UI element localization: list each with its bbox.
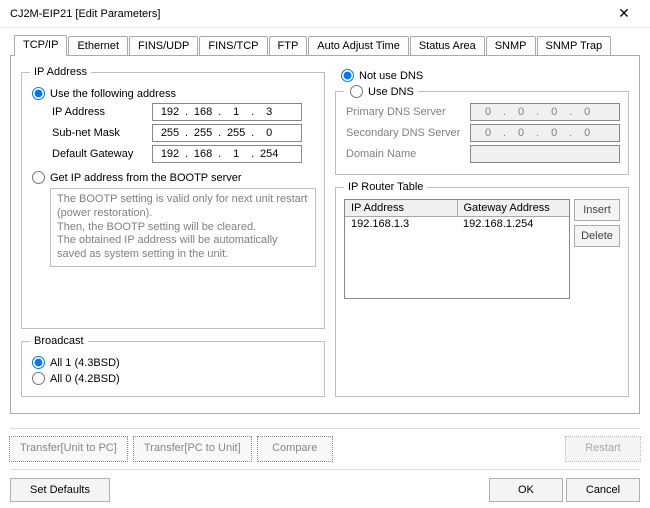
radio-use-dns-label: Use DNS (368, 86, 414, 98)
group-broadcast-legend: Broadcast (30, 335, 88, 347)
delete-button[interactable]: Delete (574, 225, 620, 247)
titlebar: CJ2M-EIP21 [Edit Parameters] ✕ (0, 0, 650, 28)
tab-finstcp[interactable]: FINS/TCP (199, 36, 267, 55)
input-subnet-mask[interactable]: 255. 255. 255. 0 (152, 124, 302, 142)
ip-octet: 0 (506, 106, 536, 118)
label-secondary-dns: Secondary DNS Server (346, 127, 470, 139)
input-primary-dns: 0. 0. 0. 0 (470, 103, 620, 121)
radio-not-use-dns[interactable] (341, 69, 354, 82)
close-button[interactable]: ✕ (604, 1, 644, 27)
input-default-gateway[interactable]: 192. 168. 1. 254 (152, 145, 302, 163)
router-cell-gateway: 192.168.1.254 (457, 217, 569, 231)
ip-octet: 0 (539, 127, 569, 139)
router-cell-ip: 192.168.1.3 (345, 217, 457, 231)
ip-octet[interactable]: 255 (155, 127, 185, 139)
router-header-ip[interactable]: IP Address (345, 200, 458, 217)
insert-button[interactable]: Insert (574, 199, 620, 221)
bootp-note: The BOOTP setting is valid only for next… (50, 188, 316, 267)
tab-snmptrap[interactable]: SNMP Trap (537, 36, 612, 55)
group-router-table: IP Router Table IP Address Gateway Addre… (335, 181, 629, 397)
router-table[interactable]: IP Address Gateway Address 192.168.1.3 1… (344, 199, 570, 299)
label-primary-dns: Primary DNS Server (346, 106, 470, 118)
radio-broadcast-all1-label: All 1 (4.3BSD) (50, 357, 120, 369)
radio-not-use-dns-label: Not use DNS (359, 70, 423, 82)
tab-ethernet[interactable]: Ethernet (68, 36, 128, 55)
ip-octet[interactable]: 192 (155, 106, 185, 118)
transfer-pc-to-unit-button[interactable]: Transfer[PC to Unit] (134, 437, 251, 461)
label-default-gateway: Default Gateway (52, 148, 152, 160)
input-secondary-dns: 0. 0. 0. 0 (470, 124, 620, 142)
tab-statusarea[interactable]: Status Area (410, 36, 485, 55)
radio-use-following[interactable] (32, 87, 45, 100)
close-icon: ✕ (618, 5, 630, 22)
ip-octet[interactable]: 254 (254, 148, 284, 160)
window-title: CJ2M-EIP21 [Edit Parameters] (10, 8, 160, 20)
restart-button[interactable]: Restart (566, 437, 640, 461)
label-ip-address: IP Address (52, 106, 152, 118)
group-dns: Use DNS Primary DNS Server 0. 0. 0. 0 (335, 85, 629, 175)
set-defaults-button[interactable]: Set Defaults (10, 478, 110, 502)
ip-octet[interactable]: 1 (221, 106, 251, 118)
ip-octet[interactable]: 255 (221, 127, 251, 139)
ip-octet: 0 (506, 127, 536, 139)
ip-octet: 0 (473, 127, 503, 139)
tab-autoadjust[interactable]: Auto Adjust Time (308, 36, 409, 55)
tab-tcpip[interactable]: TCP/IP (14, 35, 67, 56)
transfer-unit-to-pc-button[interactable]: Transfer[Unit to PC] (10, 437, 127, 461)
ok-button[interactable]: OK (489, 478, 563, 502)
compare-button[interactable]: Compare (258, 437, 332, 461)
input-ip-address[interactable]: 192. 168. 1. 3 (152, 103, 302, 121)
radio-use-following-label: Use the following address (50, 88, 176, 100)
ip-octet: 0 (539, 106, 569, 118)
radio-broadcast-all0[interactable] (32, 372, 45, 385)
label-subnet-mask: Sub-net Mask (52, 127, 152, 139)
group-ip-address: IP Address Use the following address IP … (21, 66, 325, 329)
ip-octet[interactable]: 3 (254, 106, 284, 118)
ip-octet[interactable]: 1 (221, 148, 251, 160)
group-ip-address-legend: IP Address (30, 66, 91, 78)
tabstrip: TCP/IP Ethernet FINS/UDP FINS/TCP FTP Au… (10, 32, 640, 56)
ip-octet[interactable]: 192 (155, 148, 185, 160)
input-domain-name (470, 145, 620, 163)
radio-broadcast-all1[interactable] (32, 356, 45, 369)
ip-octet[interactable]: 168 (188, 148, 218, 160)
cancel-button[interactable]: Cancel (566, 478, 640, 502)
ip-octet[interactable]: 255 (188, 127, 218, 139)
ip-octet: 0 (473, 106, 503, 118)
tab-panel-tcpip: IP Address Use the following address IP … (10, 56, 640, 414)
label-domain-name: Domain Name (346, 148, 470, 160)
ip-octet[interactable]: 168 (188, 106, 218, 118)
radio-bootp[interactable] (32, 171, 45, 184)
radio-bootp-label: Get IP address from the BOOTP server (50, 172, 242, 184)
ip-octet[interactable]: 0 (254, 127, 284, 139)
tab-ftp[interactable]: FTP (269, 36, 308, 55)
tab-finsudp[interactable]: FINS/UDP (129, 36, 198, 55)
radio-use-dns[interactable] (350, 85, 363, 98)
tab-snmp[interactable]: SNMP (486, 36, 536, 55)
router-header-gateway[interactable]: Gateway Address (458, 200, 570, 217)
radio-broadcast-all0-label: All 0 (4.2BSD) (50, 373, 120, 385)
group-broadcast: Broadcast All 1 (4.3BSD) All 0 (4.2BSD) (21, 335, 325, 397)
table-row[interactable]: 192.168.1.3 192.168.1.254 (345, 217, 569, 231)
ip-octet: 0 (572, 127, 602, 139)
ip-octet: 0 (572, 106, 602, 118)
group-router-table-legend: IP Router Table (344, 181, 427, 193)
